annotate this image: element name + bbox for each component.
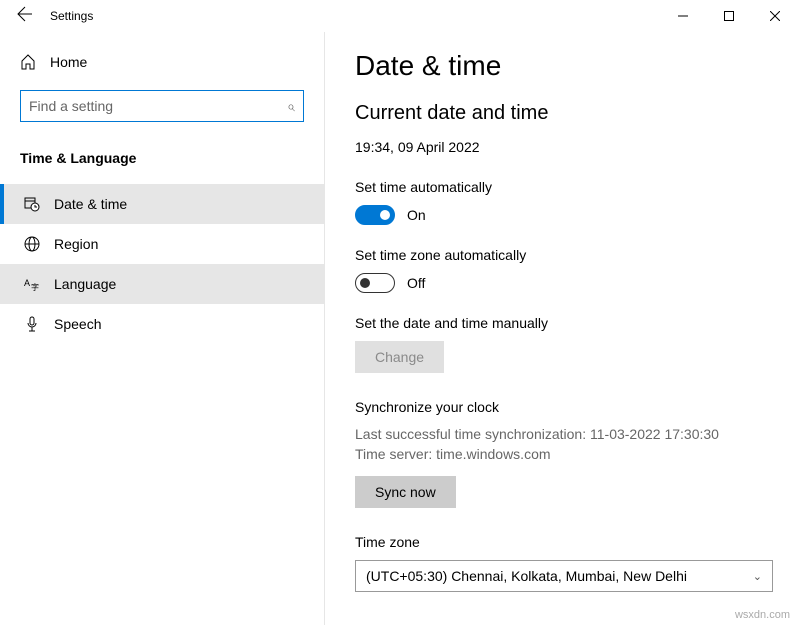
nav-item-label: Language [54,276,116,292]
nav-language[interactable]: A字 Language [0,264,324,304]
chevron-down-icon: ⌄ [753,570,762,583]
timezone-value: (UTC+05:30) Chennai, Kolkata, Mumbai, Ne… [366,568,687,584]
sync-now-button[interactable]: Sync now [355,476,456,508]
calendar-clock-icon [24,196,40,212]
timezone-label: Time zone [355,534,798,550]
maximize-icon [724,11,734,21]
titlebar: Settings [0,0,798,32]
nav-item-label: Speech [54,316,101,332]
nav-item-label: Region [54,236,98,252]
app-title: Settings [50,9,93,23]
timezone-dropdown[interactable]: (UTC+05:30) Chennai, Kolkata, Mumbai, Ne… [355,560,773,592]
microphone-icon [24,316,40,332]
sync-last-text: Last successful time synchronization: 11… [355,425,798,445]
home-icon [20,54,36,70]
back-arrow-icon [17,6,33,22]
close-icon [770,11,780,21]
minimize-button[interactable] [660,0,706,32]
watermark: wsxdn.com [735,609,790,621]
home-label: Home [50,54,87,70]
language-icon: A字 [24,276,40,292]
close-button[interactable] [752,0,798,32]
sync-heading: Synchronize your clock [355,399,798,415]
maximize-button[interactable] [706,0,752,32]
set-time-auto-state: On [407,207,426,223]
nav-group-title: Time & Language [0,140,324,184]
set-tz-auto-toggle[interactable] [355,273,395,293]
nav-region[interactable]: Region [0,224,324,264]
set-time-auto-toggle[interactable] [355,205,395,225]
search-input-container[interactable]: ⌕ [20,90,304,122]
nav-speech[interactable]: Speech [0,304,324,344]
minimize-icon [678,11,688,21]
globe-icon [24,236,40,252]
change-button: Change [355,341,444,373]
page-heading: Date & time [355,50,798,82]
search-icon: ⌕ [287,98,295,115]
set-tz-auto-label: Set time zone automatically [355,247,798,263]
sidebar: Home ⌕ Time & Language Date & time Regio… [0,32,325,625]
back-button[interactable] [10,6,40,27]
section-current-datetime: Current date and time [355,102,798,125]
nav-item-label: Date & time [54,196,127,212]
svg-text:A: A [24,278,30,288]
search-input[interactable] [29,98,287,114]
nav-date-time[interactable]: Date & time [0,184,324,224]
set-time-auto-label: Set time automatically [355,179,798,195]
current-datetime-value: 19:34, 09 April 2022 [355,139,798,155]
main-pane: Date & time Current date and time 19:34,… [325,32,798,625]
home-nav[interactable]: Home [0,44,324,80]
sync-server-text: Time server: time.windows.com [355,445,798,465]
set-tz-auto-state: Off [407,275,425,291]
svg-text:字: 字 [31,282,39,292]
manual-datetime-label: Set the date and time manually [355,315,798,331]
